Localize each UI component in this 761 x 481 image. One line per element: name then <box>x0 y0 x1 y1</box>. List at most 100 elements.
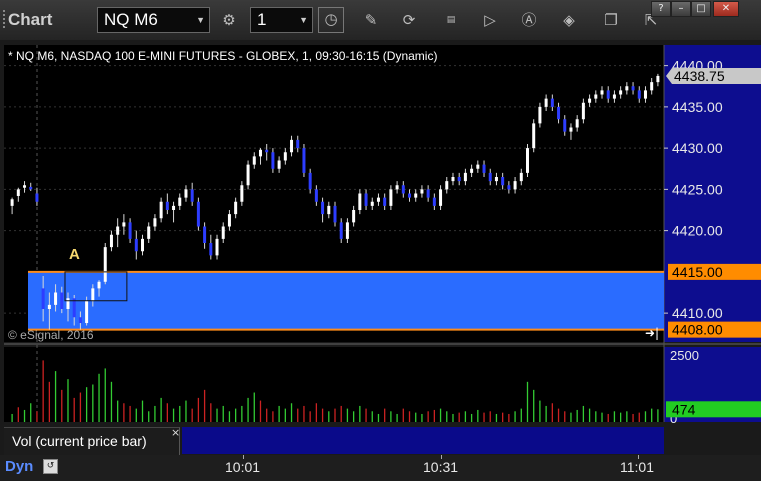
candle-body <box>91 288 95 301</box>
help-button[interactable]: ? <box>651 1 671 17</box>
close-icon[interactable]: × <box>171 426 180 439</box>
candle-body <box>631 86 635 91</box>
volume-pane <box>4 347 664 422</box>
play-icon[interactable]: ▷ <box>479 9 501 31</box>
pencil-icon[interactable]: ✎ <box>360 9 382 31</box>
candle-body <box>116 226 120 235</box>
x-tick-label: 10:01 <box>225 459 261 475</box>
maximize-button[interactable]: □ <box>691 1 711 17</box>
volume-tick-label: 2500 <box>670 348 699 363</box>
candle-body <box>23 185 27 188</box>
candle-body <box>401 185 405 194</box>
y-tick-label: 4435.00 <box>672 99 723 115</box>
volume-study-bar <box>182 427 664 454</box>
candle-body <box>234 201 238 215</box>
candle-body <box>519 172 523 182</box>
candle-body <box>588 98 592 103</box>
candle-body <box>141 238 145 252</box>
candle-body <box>314 189 318 202</box>
interval-dropdown[interactable]: 1 ▼ <box>250 7 313 33</box>
candle-body <box>538 106 542 124</box>
candle-body <box>240 185 244 202</box>
refresh-icon[interactable]: ⟳ <box>398 9 420 31</box>
minimize-button[interactable]: – <box>671 1 691 17</box>
candle-body <box>507 185 511 190</box>
candle-body <box>258 149 262 157</box>
candle-body <box>445 181 449 190</box>
symbol-value: NQ M6 <box>104 10 158 29</box>
candle-body <box>432 197 436 206</box>
candle-body <box>29 186 33 190</box>
dynamic-mode-button[interactable]: Dyn <box>5 458 33 475</box>
candle-body <box>619 90 623 95</box>
candle-body <box>451 177 455 182</box>
chevron-down-icon: ▼ <box>196 15 205 25</box>
candle-body <box>308 172 312 190</box>
candle-body <box>66 298 70 309</box>
chart-header: * NQ M6, NASDAQ 100 E-MINI FUTURES - GLO… <box>8 49 438 63</box>
x-tick-mark <box>243 455 244 459</box>
candle-body <box>557 106 561 120</box>
candle-body <box>426 189 430 198</box>
candle-body <box>85 300 89 324</box>
candle-body <box>209 243 213 256</box>
candle-body <box>196 201 200 227</box>
candle-body <box>35 193 39 202</box>
clock-icon[interactable]: ◷ <box>318 7 344 33</box>
candle-body <box>358 193 362 210</box>
candle-body <box>488 172 492 182</box>
candle-body <box>159 201 163 219</box>
zone-price-label: 4408.00 <box>672 322 723 338</box>
candle-body <box>103 247 107 282</box>
candle-body <box>321 201 325 215</box>
candle-body <box>370 201 374 206</box>
candle-body <box>482 164 486 173</box>
candle-body <box>606 90 610 99</box>
candle-body <box>41 288 45 309</box>
drawing-tool-icon[interactable]: ◈ <box>558 9 580 31</box>
symbol-dropdown[interactable]: NQ M6 ▼ <box>97 7 210 33</box>
close-button[interactable]: ✕ <box>713 1 739 17</box>
price-chart[interactable]: A 4440.004435.004430.004425.004420.00441… <box>0 40 761 455</box>
candle-body <box>612 94 616 99</box>
candle-body <box>246 164 250 186</box>
candle-body <box>600 90 604 95</box>
candle-body <box>153 218 157 227</box>
candle-body <box>463 172 467 182</box>
scroll-to-end-icon[interactable]: ➜| <box>645 326 659 340</box>
zone-price-label: 4415.00 <box>672 264 723 280</box>
x-tick-mark <box>638 455 639 459</box>
y-tick-label: 4410.00 <box>672 305 723 321</box>
candle-body <box>470 168 474 173</box>
alert-icon[interactable]: Ⓐ <box>518 9 540 31</box>
candle-body <box>420 189 424 194</box>
candle-body <box>414 193 418 198</box>
duplicate-icon[interactable]: ❐ <box>600 9 622 31</box>
candle-body <box>327 205 331 215</box>
candle-body <box>637 90 641 99</box>
candle-body <box>271 152 275 169</box>
candle-body <box>203 226 207 243</box>
candle-body <box>581 102 585 120</box>
candle-body <box>650 82 654 91</box>
candle-body <box>532 123 536 149</box>
candle-body <box>345 222 349 239</box>
settings-icon[interactable]: ↺ <box>43 459 58 474</box>
last-volume-label: 474 <box>672 401 696 417</box>
candle-body <box>457 177 461 182</box>
candle-body <box>122 222 126 227</box>
chart-type-icon[interactable]: ▤ <box>440 9 462 31</box>
candle-body <box>184 189 188 198</box>
candle-body <box>364 193 368 206</box>
candle-body <box>656 75 660 83</box>
app-title: Chart <box>8 10 53 29</box>
volume-study-label[interactable]: Vol (current price bar) <box>4 427 180 455</box>
candle-body <box>178 197 182 206</box>
candle-body <box>215 238 219 256</box>
toolbar: Chart NQ M6 ▼ ⚙ 1 ▼ ◷ ✎ ⟳ ▤ ▷ Ⓐ ◈ ❐ ⇱ ? … <box>0 0 761 40</box>
link-cycle-icon[interactable]: ⚙ <box>218 9 240 31</box>
candle-body <box>525 148 529 173</box>
candle-body <box>134 238 138 252</box>
candle-body <box>290 139 294 153</box>
copyright-text: © eSignal, 2016 <box>8 328 94 342</box>
